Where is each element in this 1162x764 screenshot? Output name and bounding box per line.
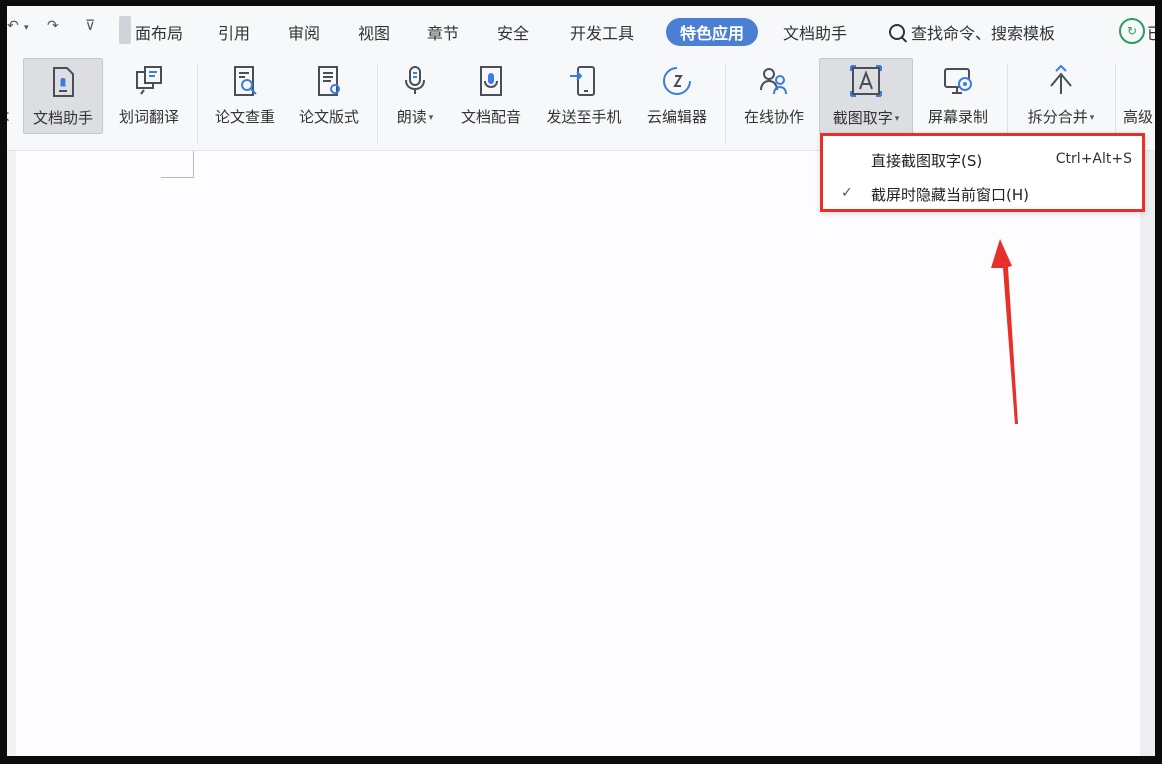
annotation-arrow	[991, 239, 1018, 424]
app-window: ↶ ▾ ↷ ⊽ 面布局 引用 审阅 视图 章节 安全 开发工具 特色应用 文档助…	[7, 6, 1155, 756]
red-arrow-icon	[991, 239, 1018, 424]
